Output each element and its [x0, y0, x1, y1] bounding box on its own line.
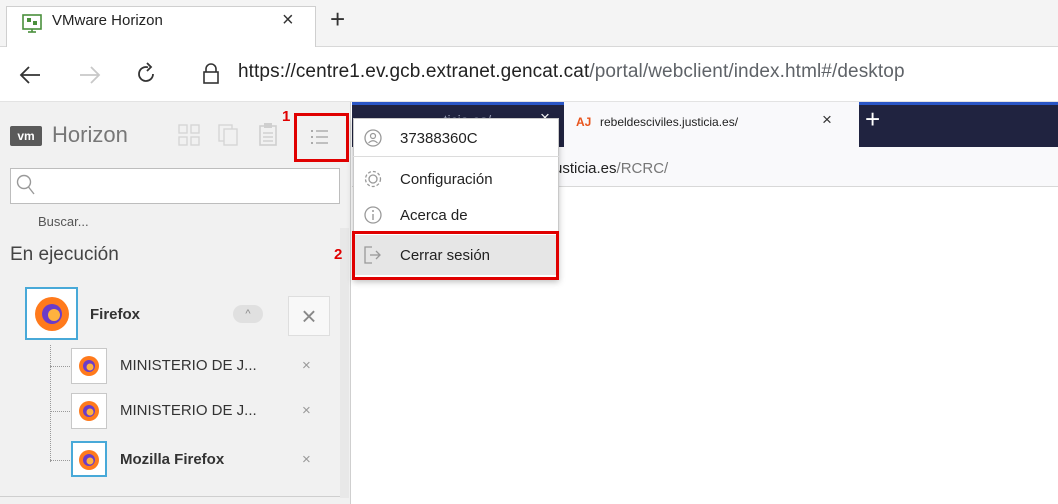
- horizon-brand: Horizon: [52, 122, 128, 147]
- tree-connector: [50, 411, 70, 412]
- menu-settings-label: Configuración: [400, 171, 493, 188]
- firefox-icon: [78, 355, 100, 377]
- window-label[interactable]: Mozilla Firefox: [120, 451, 224, 468]
- tree-connector: [50, 366, 70, 367]
- search-placeholder: Buscar...: [38, 214, 89, 229]
- menu-separator: [353, 156, 559, 157]
- search-input[interactable]: [10, 168, 340, 204]
- close-app-button[interactable]: ×: [288, 296, 330, 336]
- sidebar-divider: [0, 496, 340, 497]
- search-icon: [16, 174, 36, 196]
- menu-list-icon[interactable]: [310, 128, 330, 146]
- browser-new-tab-button[interactable]: +: [330, 4, 345, 35]
- back-arrow-icon[interactable]: [18, 64, 42, 86]
- window-close-button[interactable]: ×: [302, 451, 311, 468]
- gear-icon: [363, 169, 383, 189]
- vmware-favicon-icon: [22, 14, 42, 34]
- menu-user-label: 37388360C: [400, 130, 478, 147]
- window-label[interactable]: MINISTERIO DE J...: [120, 357, 257, 374]
- vmware-logo: vm: [10, 126, 42, 146]
- tree-line: [50, 345, 51, 462]
- address-url[interactable]: https://centre1.ev.gcb.extranet.gencat.c…: [238, 61, 905, 83]
- firefox-icon: [33, 295, 71, 333]
- reload-icon[interactable]: [134, 62, 158, 86]
- running-section-title: En ejecución: [10, 244, 119, 265]
- logout-highlight: [352, 231, 559, 280]
- apps-grid-icon[interactable]: [178, 124, 200, 146]
- tree-connector: [50, 460, 70, 461]
- inner-new-tab-button[interactable]: +: [865, 104, 880, 135]
- clipboard-icon[interactable]: [258, 122, 278, 146]
- browser-tab-title: VMware Horizon: [52, 12, 163, 29]
- inner-tab-close-button[interactable]: ×: [822, 110, 832, 130]
- inner-address-url[interactable]: usticia.es/RCRC/: [554, 160, 668, 177]
- step-1-label: 1: [282, 108, 291, 125]
- firefox-icon: [78, 400, 100, 422]
- window-close-button[interactable]: ×: [302, 402, 311, 419]
- firefox-app-label: Firefox: [90, 306, 141, 323]
- lock-icon: [202, 62, 220, 86]
- step-2-label: 2: [334, 246, 343, 263]
- collapse-button[interactable]: ^: [233, 305, 263, 323]
- window-label[interactable]: MINISTERIO DE J...: [120, 402, 257, 419]
- inner-tab-title: rebeldesciviles.justicia.es/: [600, 115, 739, 129]
- forward-arrow-icon[interactable]: [78, 64, 102, 86]
- copy-icon[interactable]: [218, 124, 238, 146]
- justicia-favicon-icon: AJ: [576, 115, 592, 129]
- sidebar-scrollbar[interactable]: [340, 228, 349, 498]
- window-close-button[interactable]: ×: [302, 357, 311, 374]
- firefox-icon: [78, 449, 100, 471]
- browser-tab-close-button[interactable]: ×: [282, 9, 294, 32]
- menu-about-label: Acerca de: [400, 207, 468, 224]
- user-id-icon: [363, 128, 383, 148]
- info-icon: [363, 205, 383, 225]
